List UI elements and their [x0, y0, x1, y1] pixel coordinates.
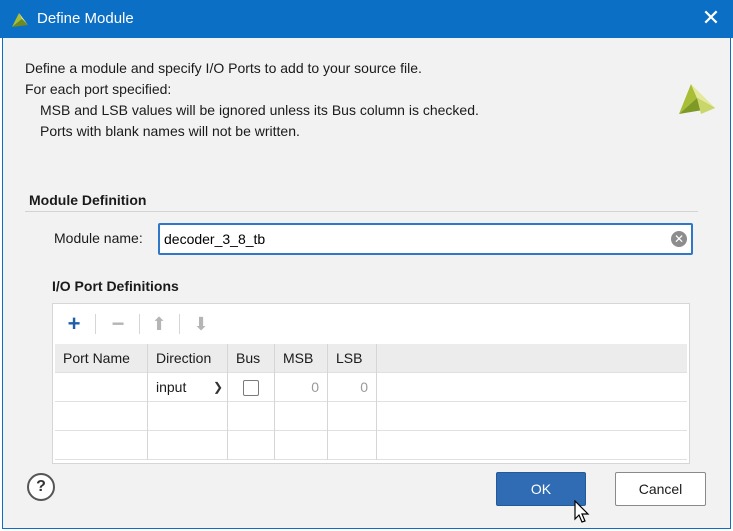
lsb-cell[interactable]: 0: [328, 373, 377, 402]
empty-cell: [275, 431, 328, 460]
section-divider: [25, 211, 698, 212]
msb-cell[interactable]: 0: [275, 373, 328, 402]
toolbar-separator: [95, 314, 96, 334]
column-header-port-name[interactable]: Port Name: [55, 344, 148, 373]
add-icon[interactable]: +: [62, 312, 86, 336]
toolbar-separator: [179, 314, 180, 334]
empty-cell: [55, 402, 148, 431]
empty-cell: [148, 431, 228, 460]
port-toolbar: + − ⬆ ⬇: [53, 304, 689, 344]
empty-cell: [328, 431, 377, 460]
title-bar: Define Module ✕: [0, 0, 733, 38]
io-port-definitions-title: I/O Port Definitions: [52, 278, 179, 294]
column-header-bus[interactable]: Bus: [228, 344, 275, 373]
intro-line-4: Ports with blank names will not be writt…: [40, 123, 300, 139]
window-title: Define Module: [37, 10, 134, 27]
empty-cell: [228, 431, 275, 460]
ok-button[interactable]: OK: [496, 472, 586, 506]
close-icon[interactable]: ✕: [699, 6, 723, 30]
dialog-body: Define a module and specify I/O Ports to…: [2, 38, 731, 529]
intro-text: Define a module and specify I/O Ports to…: [25, 58, 479, 142]
module-definition-title: Module Definition: [29, 192, 147, 208]
port-name-cell[interactable]: [55, 373, 148, 402]
column-header-msb[interactable]: MSB: [275, 344, 328, 373]
column-header-direction[interactable]: Direction: [148, 344, 228, 373]
chevron-down-icon: ❯: [212, 380, 223, 394]
vivado-logo-icon: [12, 13, 28, 27]
direction-select[interactable]: input ❯: [148, 373, 228, 402]
clear-icon[interactable]: ✕: [671, 231, 687, 247]
help-button[interactable]: ?: [27, 473, 55, 501]
module-name-input[interactable]: [164, 230, 664, 248]
table-row: [55, 431, 687, 460]
table-row: [55, 402, 687, 431]
move-down-icon[interactable]: ⬇: [189, 312, 213, 336]
table-header-row: Port Name Direction Bus MSB LSB: [55, 344, 687, 373]
toolbar-separator: [139, 314, 140, 334]
empty-cell: [275, 402, 328, 431]
module-name-label: Module name:: [54, 230, 143, 246]
empty-cell: [55, 431, 148, 460]
move-up-icon[interactable]: ⬆: [147, 312, 171, 336]
empty-cell: [328, 402, 377, 431]
table-row: input ❯ 0 0: [55, 373, 687, 402]
port-definitions-panel: + − ⬆ ⬇ Port Name Direction Bus MSB LSB …: [52, 303, 690, 464]
mouse-cursor-icon: [574, 500, 590, 523]
cancel-button[interactable]: Cancel: [615, 472, 706, 506]
intro-line-3: MSB and LSB values will be ignored unles…: [40, 102, 479, 118]
direction-value: input: [156, 379, 187, 395]
module-name-field[interactable]: ✕: [158, 223, 693, 255]
intro-line-1: Define a module and specify I/O Ports to…: [25, 60, 422, 76]
vivado-logo-icon: [679, 84, 715, 114]
intro-line-2: For each port specified:: [25, 81, 172, 97]
bus-checkbox[interactable]: [243, 380, 259, 396]
column-header-lsb[interactable]: LSB: [328, 344, 377, 373]
empty-cell: [148, 402, 228, 431]
empty-cell: [228, 402, 275, 431]
bus-cell: [228, 373, 275, 402]
remove-icon[interactable]: −: [106, 312, 130, 336]
